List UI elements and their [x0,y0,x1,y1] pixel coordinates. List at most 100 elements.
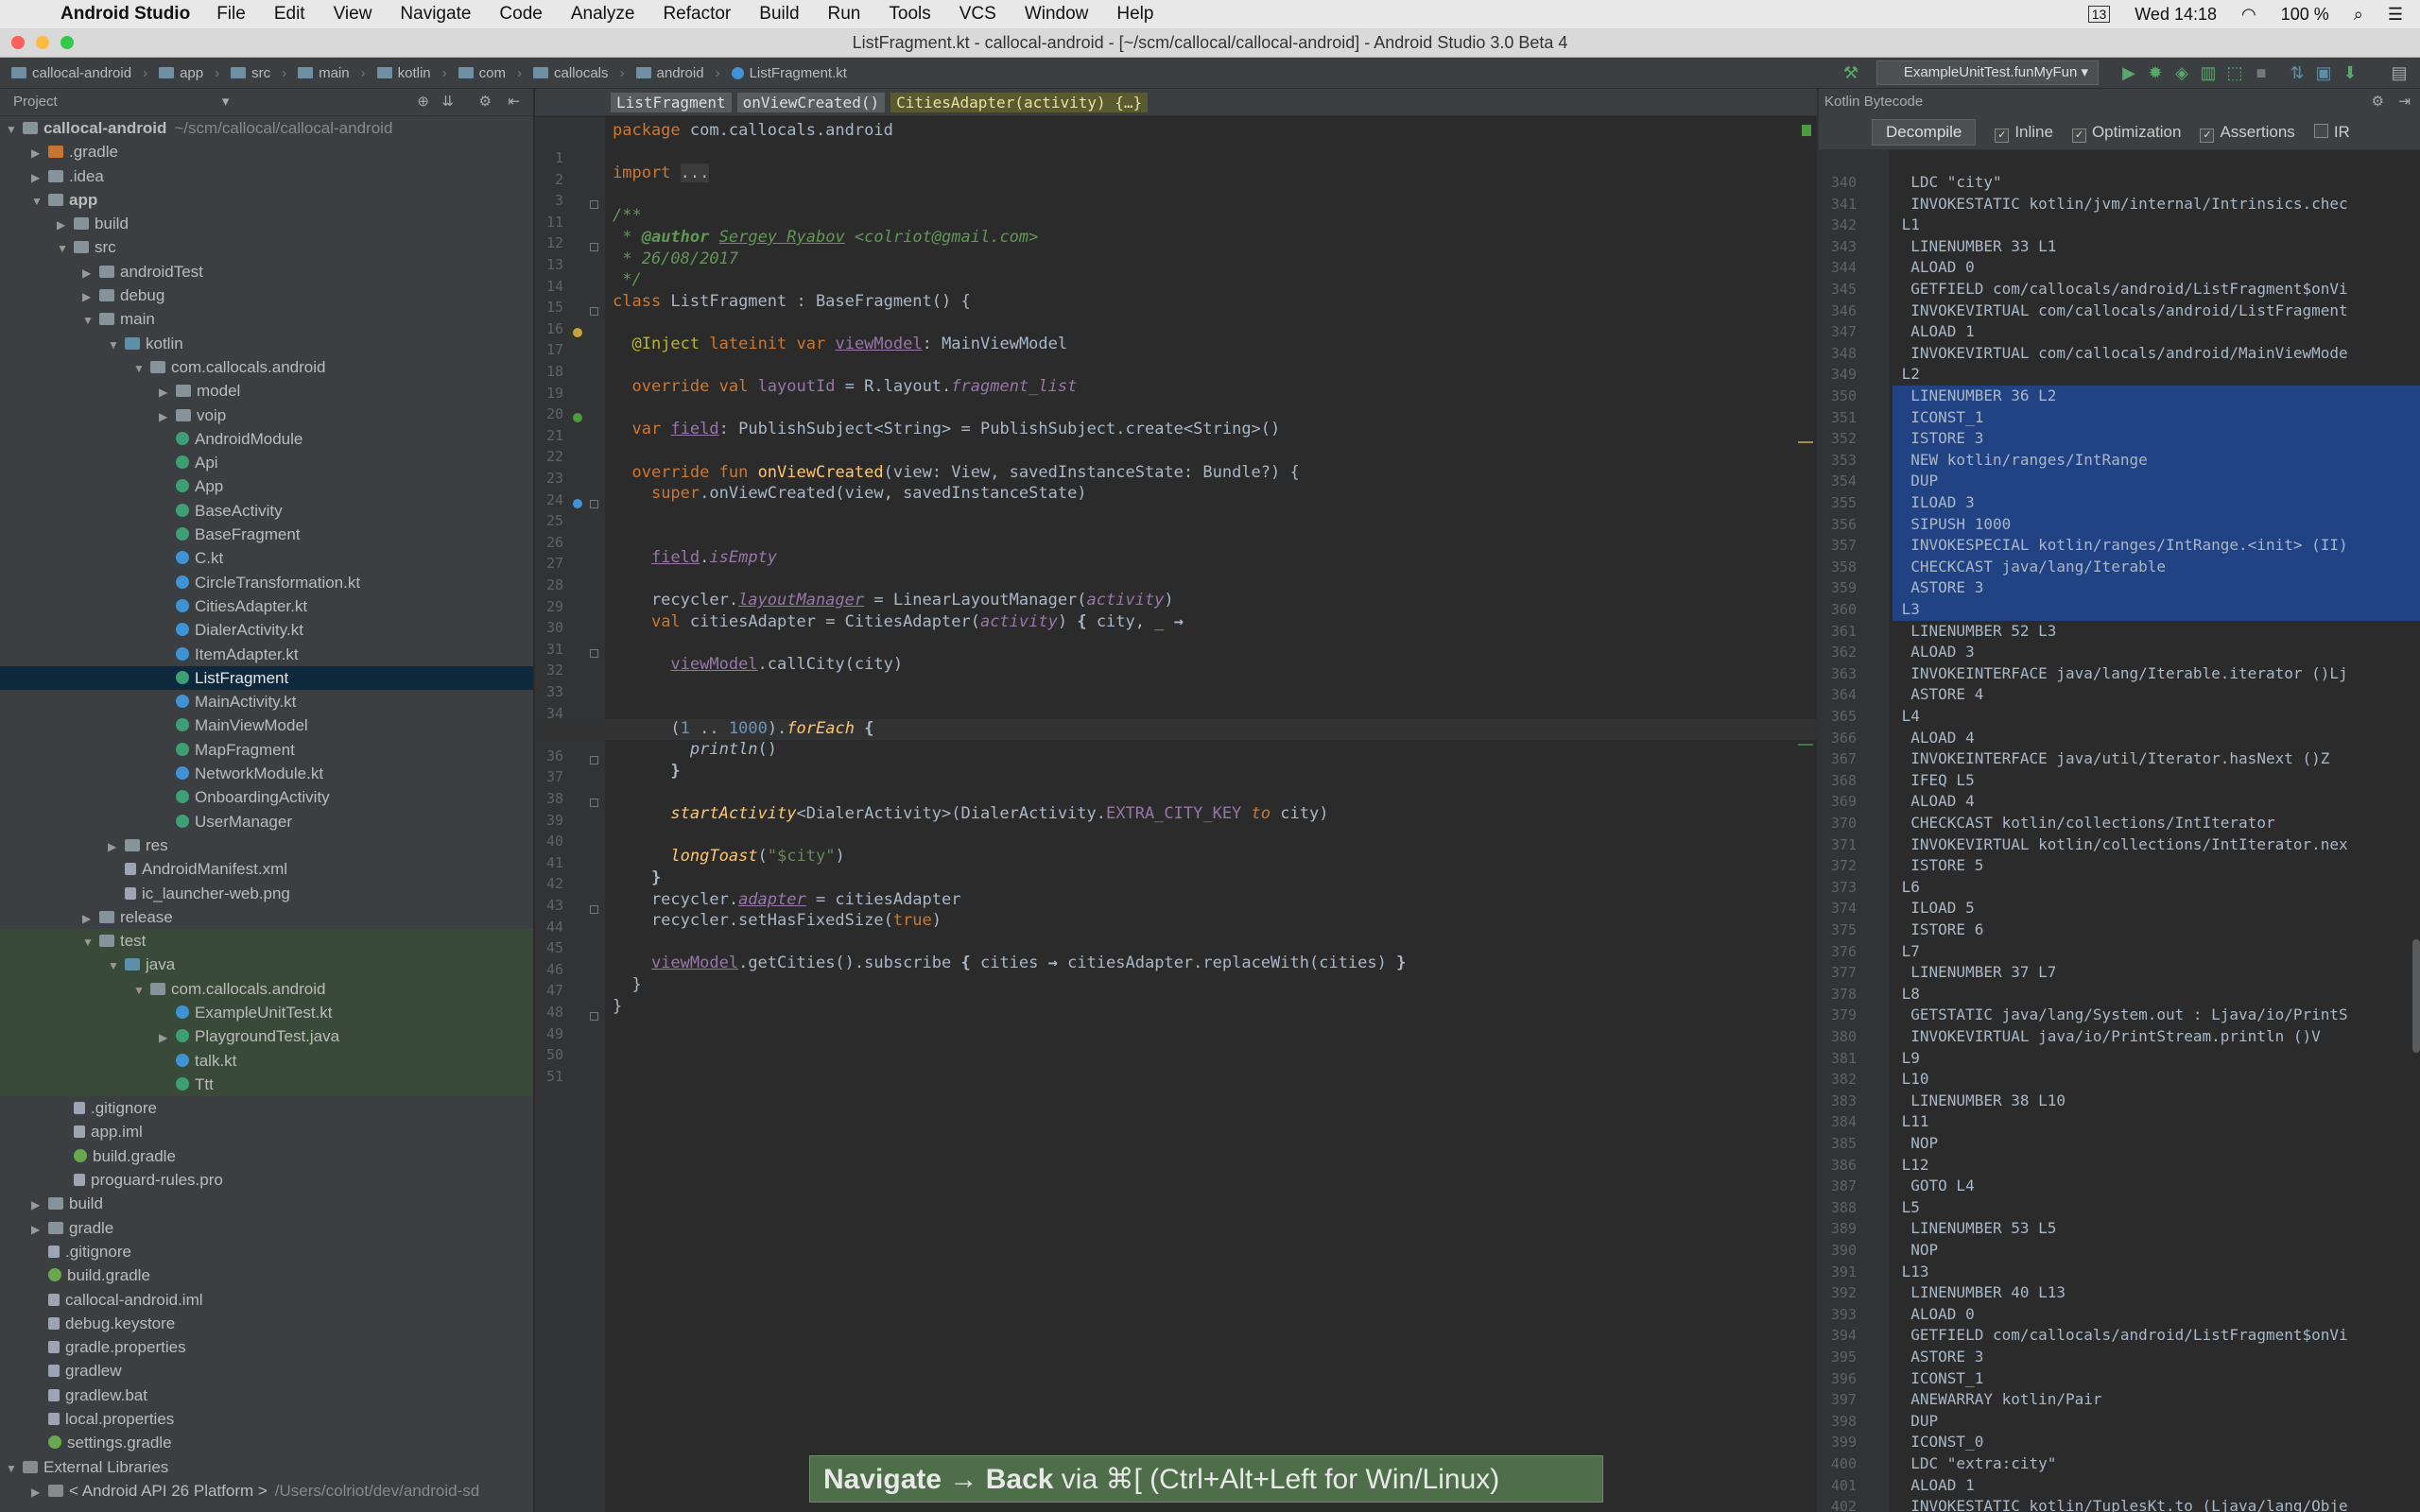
breadcrumb-item[interactable]: com › [458,65,522,81]
bytecode-line[interactable]: LINENUMBER 38 L10 [1893,1091,2420,1112]
expand-arrow-icon[interactable]: ▼ [6,1457,19,1481]
bytecode-line[interactable]: ICONST_0 [1893,1432,2420,1453]
bytecode-line[interactable]: L8 [1893,984,2420,1005]
close-window-button[interactable] [11,36,25,49]
breadcrumb-item[interactable]: app › [159,65,219,81]
wifi-icon[interactable]: ◠ [2241,5,2256,25]
code-line[interactable]: longToast("$city") [613,847,844,866]
fold-marker-icon[interactable] [590,243,598,252]
hide-pane-icon[interactable]: ⇤ [508,89,520,115]
tree-item[interactable]: app.iml [0,1120,533,1143]
tree-item[interactable]: build.gradle [0,1263,533,1287]
breadcrumb-item[interactable]: src › [231,65,286,81]
code-line[interactable]: override val layoutId = R.layout.fragmen… [613,377,1077,396]
code-line[interactable]: */ [613,270,641,289]
editor-breadcrumb-item[interactable]: CitiesAdapter(activity) {…} [890,92,1149,112]
project-view-dropdown[interactable]: Project ▾ [13,94,229,110]
tree-item[interactable]: UserManager [0,810,533,833]
tree-item[interactable]: Api [0,451,533,474]
bytecode-line[interactable]: SIPUSH 1000 [1893,513,2420,536]
expand-arrow-icon[interactable]: ▼ [82,931,95,954]
bytecode-line[interactable]: ASTORE 3 [1893,1347,2420,1368]
code-line[interactable]: field.isEmpty [613,548,777,567]
run-icon[interactable]: ▶ [2119,63,2138,82]
checked-checkbox-icon[interactable]: ✓ [2200,128,2215,143]
vertical-scrollbar[interactable] [2412,939,2420,1053]
tree-item[interactable]: ▶ gradle [0,1216,533,1240]
collapse-arrow-icon[interactable]: ▶ [57,214,70,237]
tree-item[interactable]: ▼ main [0,307,533,331]
tree-item[interactable]: ▶ androidTest [0,260,533,284]
option-inline[interactable]: ✓ Inline [1995,123,2053,143]
bytecode-line[interactable]: LDC "extra:city" [1893,1453,2420,1475]
spotlight-icon[interactable]: ⌕ [2354,5,2363,25]
datetime[interactable]: Wed 14:18 [2135,5,2217,25]
menu-refactor[interactable]: Refactor [663,4,731,25]
tree-item[interactable]: ▼ app [0,188,533,212]
tree-item[interactable]: build.gradle [0,1144,533,1168]
bytecode-line[interactable]: IFEQ L5 [1893,770,2420,792]
expand-arrow-icon[interactable]: ▼ [133,979,147,1003]
bytecode-line[interactable]: ASTORE 4 [1893,684,2420,706]
bytecode-line[interactable]: LINENUMBER 40 L13 [1893,1282,2420,1304]
build-hammer-icon[interactable]: ⚒ [1841,63,1860,82]
code-line[interactable]: package com.callocals.android [613,121,893,140]
fold-marker-icon[interactable] [590,1012,598,1021]
option-assertions[interactable]: ✓ Assertions [2200,123,2295,143]
bytecode-line[interactable]: ILOAD 3 [1893,492,2420,514]
code-line[interactable]: println() [613,740,777,759]
hide-pane-icon[interactable]: ⇥ [2398,89,2411,115]
tree-item[interactable]: ▶ model [0,379,533,403]
bytecode-line[interactable]: ISTORE 6 [1893,919,2420,941]
bytecode-line[interactable]: ALOAD 1 [1893,321,2420,343]
menu-navigate[interactable]: Navigate [400,4,471,25]
tree-item[interactable]: ▶ .idea [0,164,533,188]
bytecode-line[interactable]: LINENUMBER 52 L3 [1893,621,2420,643]
bytecode-line[interactable]: GOTO L4 [1893,1176,2420,1197]
bytecode-line[interactable]: INVOKESTATIC kotlin/TuplesKt.to (Ljava/l… [1893,1496,2420,1512]
tree-item[interactable]: CircleTransformation.kt [0,571,533,594]
settings-gear-icon[interactable]: ⚙ [479,89,492,115]
bytecode-line[interactable]: LDC "city" [1893,172,2420,194]
expand-arrow-icon[interactable]: ▼ [108,954,121,978]
battery-percent[interactable]: 100 % [2281,5,2329,25]
bytecode-line[interactable]: INVOKEVIRTUAL com/callocals/android/List… [1893,301,2420,322]
tree-item[interactable]: callocal-android.iml [0,1288,533,1312]
breadcrumb-item[interactable]: main › [298,65,366,81]
code-line[interactable]: * 26/08/2017 [613,249,738,268]
code-line[interactable]: startActivity<DialerActivity>(DialerActi… [613,804,1328,823]
override-icon[interactable] [573,498,582,508]
bytecode-line[interactable]: INVOKEVIRTUAL kotlin/collections/IntIter… [1893,834,2420,856]
tree-item[interactable]: talk.kt [0,1048,533,1073]
collapse-arrow-icon[interactable]: ▶ [31,1481,44,1504]
tree-item[interactable]: ▶ PlaygroundTest.java [0,1024,533,1050]
tree-item[interactable]: ic_launcher-web.png [0,882,533,905]
code-line[interactable]: viewModel.getCities().subscribe { cities… [613,954,1406,972]
collapse-arrow-icon[interactable]: ▶ [31,1194,44,1217]
profile-icon[interactable]: ▥ [2199,63,2218,82]
unchecked-checkbox-icon[interactable] [2313,123,2328,138]
bytecode-line[interactable]: L9 [1893,1048,2420,1070]
code-line[interactable]: viewModel.callCity(city) [613,655,903,674]
layout-inspector-icon[interactable]: ▤ [2390,63,2409,82]
expand-arrow-icon[interactable]: ▼ [6,118,19,142]
tree-item[interactable]: ListFragment [0,665,533,691]
app-menu[interactable]: Android Studio [60,4,190,25]
collapse-arrow-icon[interactable]: ▶ [159,381,172,404]
tree-item[interactable]: settings.gradle [0,1431,533,1454]
expand-arrow-icon[interactable]: ▼ [31,190,44,214]
tree-item[interactable]: ▼ java [0,953,533,978]
bytecode-line[interactable]: ISTORE 5 [1893,855,2420,877]
menu-window[interactable]: Window [1025,4,1089,25]
tree-item[interactable]: .gitignore [0,1096,533,1120]
menu-view[interactable]: View [334,4,372,25]
tree-item[interactable]: ▶ voip [0,404,533,427]
settings-gear-icon[interactable]: ⚙ [2372,89,2384,115]
code-line[interactable]: class ListFragment : BaseFragment() { [613,292,971,311]
tree-item[interactable]: proguard-rules.pro [0,1168,533,1192]
collapse-arrow-icon[interactable]: ▶ [159,1026,172,1050]
sync-gradle-icon[interactable]: ⇅ [2288,63,2307,82]
menu-tools[interactable]: Tools [889,4,930,25]
editor-breadcrumb-item[interactable]: onViewCreated() [736,92,886,112]
tree-item[interactable]: debug.keystore [0,1312,533,1335]
